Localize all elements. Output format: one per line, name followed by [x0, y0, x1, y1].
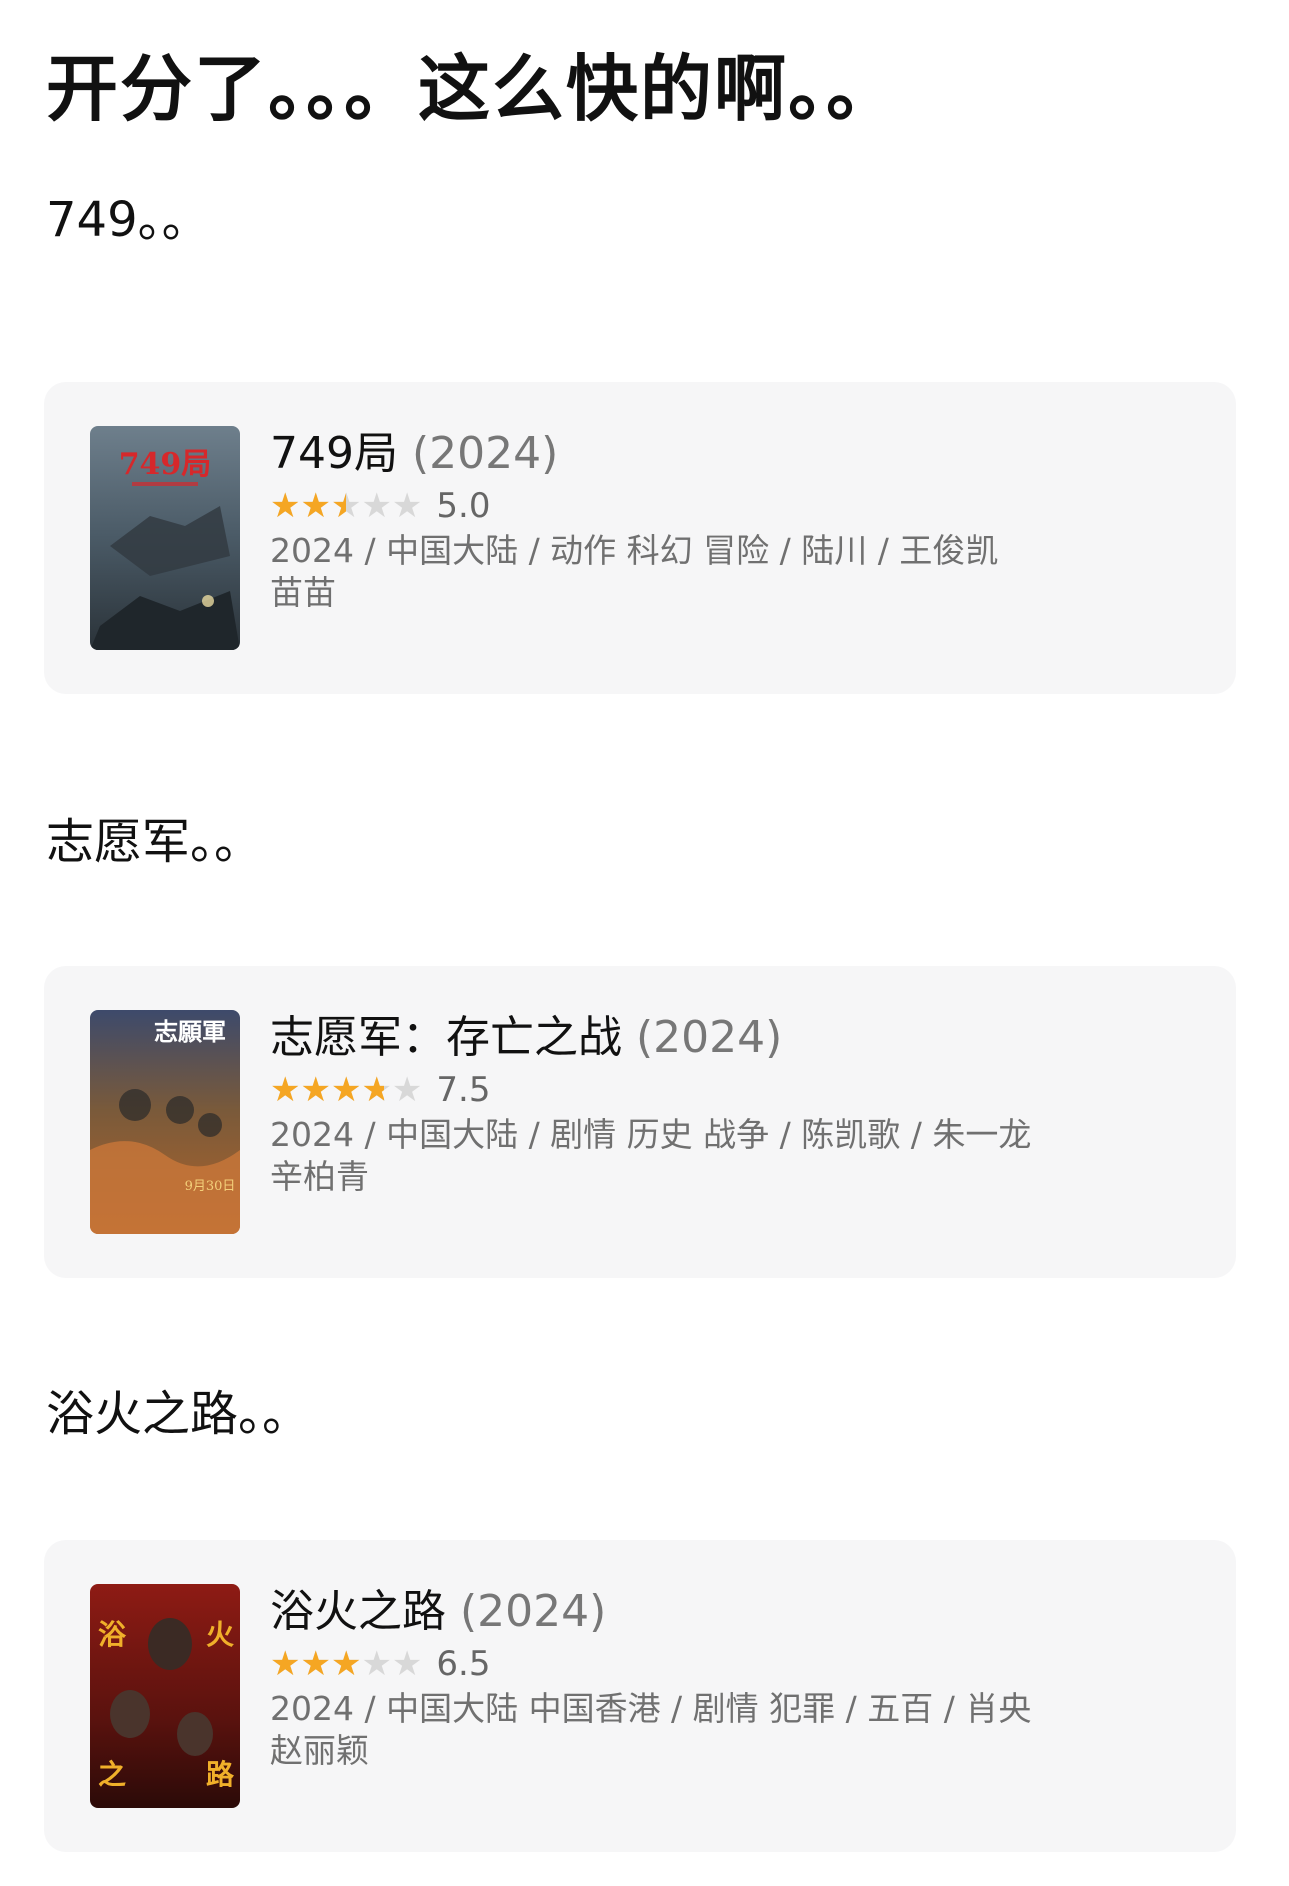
movie-card-volunteers[interactable]: 志願軍 9月30日 志愿军：存亡之战 (2024) ★★★★★★★★★★ 7.5… — [44, 966, 1236, 1278]
svg-text:火: 火 — [206, 1618, 234, 1651]
movie-card-fire-road[interactable]: 浴 火 之 路 浴火之路 (2024) ★★★★★★★★★★ 6.5 2024 … — [44, 1540, 1236, 1852]
rating-score: 6.5 — [436, 1644, 491, 1684]
post-title: 开分了。。。这么快的啊。。 — [46, 47, 901, 131]
svg-text:浴: 浴 — [98, 1618, 127, 1651]
movie-meta: 2024 / 中国大陆 中国香港 / 剧情 犯罪 / 五百 / 肖央 赵丽颖 — [270, 1688, 1050, 1772]
movie-meta: 2024 / 中国大陆 / 动作 科幻 冒险 / 陆川 / 王俊凯 苗苗 — [270, 530, 1050, 614]
rating-score: 5.0 — [436, 486, 491, 526]
movie-info: 749局 (2024) ★★★★★★★★★★ 5.0 2024 / 中国大陆 /… — [270, 426, 1196, 614]
movie-meta-line1: 2024 / 中国大陆 / 动作 科幻 冒险 / 陆川 / 王俊凯 — [270, 531, 999, 570]
movie-title-line: 浴火之路 (2024) — [270, 1584, 1196, 1640]
movie-poster-volunteers: 志願軍 9月30日 — [90, 1010, 240, 1234]
rating-score: 7.5 — [436, 1070, 491, 1110]
movie-name: 749局 — [270, 428, 398, 479]
rating-row: ★★★★★★★★★★ 6.5 — [270, 1642, 1196, 1686]
svg-text:749局: 749局 — [119, 447, 212, 482]
movie-name: 浴火之路 — [270, 1586, 446, 1637]
movie-info: 浴火之路 (2024) ★★★★★★★★★★ 6.5 2024 / 中国大陆 中… — [270, 1584, 1196, 1772]
movie-poster-749: 749局 — [90, 426, 240, 650]
star-rating: ★★★★★★★★★★ — [270, 1644, 423, 1684]
movie-meta-line2: 赵丽颖 — [270, 1731, 369, 1770]
star-rating: ★★★★★★★★★★ — [270, 1070, 423, 1110]
movie-title-line: 志愿军：存亡之战 (2024) — [270, 1010, 1196, 1066]
movie-poster-fire-road: 浴 火 之 路 — [90, 1584, 240, 1808]
movie-year: (2024) — [411, 428, 559, 479]
movie-meta-line2: 辛柏青 — [270, 1157, 369, 1196]
movie-meta-line2: 苗苗 — [270, 573, 336, 612]
section-caption-volunteers: 志愿军。。 — [46, 814, 263, 870]
movie-meta-line1: 2024 / 中国大陆 中国香港 / 剧情 犯罪 / 五百 / 肖央 — [270, 1689, 1032, 1728]
svg-text:路: 路 — [206, 1758, 235, 1791]
section-caption-749: 749。。 — [46, 192, 210, 248]
movie-meta: 2024 / 中国大陆 / 剧情 历史 战争 / 陈凯歌 / 朱一龙 辛柏青 — [270, 1114, 1050, 1198]
star-rating: ★★★★★★★★★★ — [270, 486, 423, 526]
svg-text:之: 之 — [98, 1758, 126, 1791]
movie-year: (2024) — [460, 1586, 607, 1637]
movie-year: (2024) — [636, 1012, 783, 1063]
svg-text:9月30日: 9月30日 — [185, 1179, 236, 1194]
section-caption-fire-road: 浴火之路。。 — [46, 1386, 311, 1442]
movie-info: 志愿军：存亡之战 (2024) ★★★★★★★★★★ 7.5 2024 / 中国… — [270, 1010, 1196, 1198]
svg-text:志願軍: 志願軍 — [154, 1017, 226, 1046]
movie-meta-line1: 2024 / 中国大陆 / 剧情 历史 战争 / 陈凯歌 / 朱一龙 — [270, 1115, 1032, 1154]
movie-name: 志愿军：存亡之战 — [270, 1012, 622, 1063]
movie-title-line: 749局 (2024) — [270, 426, 1196, 482]
rating-row: ★★★★★★★★★★ 7.5 — [270, 1068, 1196, 1112]
movie-card-749[interactable]: 749局 749局 (2024) ★★★★★★★★★★ 5.0 2024 / 中… — [44, 382, 1236, 694]
post-page: 开分了。。。这么快的啊。。 749。。 749局 749局 (2024) ★★★… — [0, 0, 1289, 1886]
rating-row: ★★★★★★★★★★ 5.0 — [270, 484, 1196, 528]
